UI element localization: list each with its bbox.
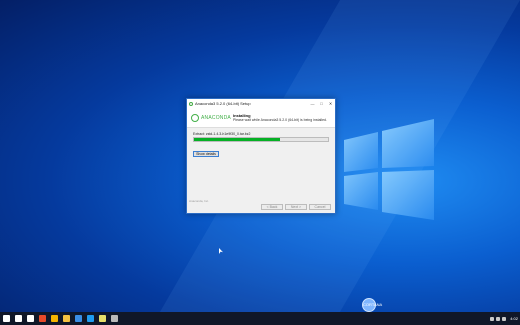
terminal-icon <box>110 315 118 322</box>
taskbar-apps <box>0 312 120 325</box>
cortana-button[interactable]: CORTANA <box>362 298 382 312</box>
progress-fill <box>194 138 280 141</box>
progress-bar <box>193 137 329 142</box>
network-icon[interactable] <box>490 316 495 321</box>
start-taskbar-button[interactable] <box>0 312 12 325</box>
vscode-icon <box>86 315 94 322</box>
terminal-taskbar-button[interactable] <box>108 312 120 325</box>
settings-icon <box>74 315 82 322</box>
installer-icon <box>189 101 193 106</box>
show-details-button[interactable]: Show details <box>193 151 219 157</box>
search-taskbar-button[interactable] <box>12 312 24 325</box>
chrome-icon <box>50 315 58 322</box>
setup-dialog: Anaconda3 5.2.0 (64-bit) Setup — □ ✕ ANA… <box>186 98 336 214</box>
window-controls: — □ ✕ <box>308 99 335 108</box>
window-title: Anaconda3 5.2.0 (64-bit) Setup <box>195 101 251 106</box>
vscode-taskbar-button[interactable] <box>84 312 96 325</box>
brand-name: ANACONDA <box>201 114 231 121</box>
folder-icon <box>62 315 70 322</box>
chrome-taskbar-button[interactable] <box>48 312 60 325</box>
title-bar: Anaconda3 5.2.0 (64-bit) Setup — □ ✕ <box>187 99 335 108</box>
clock[interactable]: 4:02 <box>510 316 518 321</box>
battery-icon[interactable] <box>502 316 507 321</box>
start-icon <box>2 315 10 322</box>
back-button[interactable]: < Back <box>261 204 283 210</box>
volume-icon[interactable] <box>496 316 501 321</box>
task-view-icon <box>26 315 34 322</box>
search-icon <box>14 315 22 322</box>
next-button[interactable]: Next > <box>285 204 307 210</box>
task-view-taskbar-button[interactable] <box>24 312 36 325</box>
windows-logo-graphic <box>344 119 434 220</box>
taskbar: 4:02 <box>0 312 520 325</box>
system-tray: 4:02 <box>490 316 520 321</box>
app-icon <box>38 315 46 322</box>
notepad-icon <box>98 315 106 322</box>
cancel-button[interactable]: Cancel <box>309 204 331 210</box>
anaconda-logo: ANACONDA <box>191 113 233 122</box>
folder-taskbar-button[interactable] <box>60 312 72 325</box>
settings-taskbar-button[interactable] <box>72 312 84 325</box>
installer-header: ANACONDA Installing Please wait while An… <box>187 108 335 128</box>
installer-body: Extract: zstd-1.4.3-h1e9f30_0.tar.bz2 Sh… <box>187 128 335 164</box>
windows-logo <box>330 112 438 224</box>
footer-buttons: < Back Next > Cancel <box>261 204 331 210</box>
extract-status: Extract: zstd-1.4.3-h1e9f30_0.tar.bz2 <box>193 132 251 136</box>
app-taskbar-button[interactable] <box>36 312 48 325</box>
step-subtitle: Please wait while Anaconda3 5.2.0 (64-bi… <box>233 118 327 122</box>
vendor-label: Anaconda, Inc. <box>189 199 210 203</box>
notepad-taskbar-button[interactable] <box>96 312 108 325</box>
maximize-button[interactable]: □ <box>317 99 326 108</box>
minimize-button[interactable]: — <box>308 99 317 108</box>
anaconda-ring-icon <box>191 113 199 122</box>
header-texts: Installing Please wait while Anaconda3 5… <box>233 113 327 122</box>
close-button[interactable]: ✕ <box>326 99 335 108</box>
